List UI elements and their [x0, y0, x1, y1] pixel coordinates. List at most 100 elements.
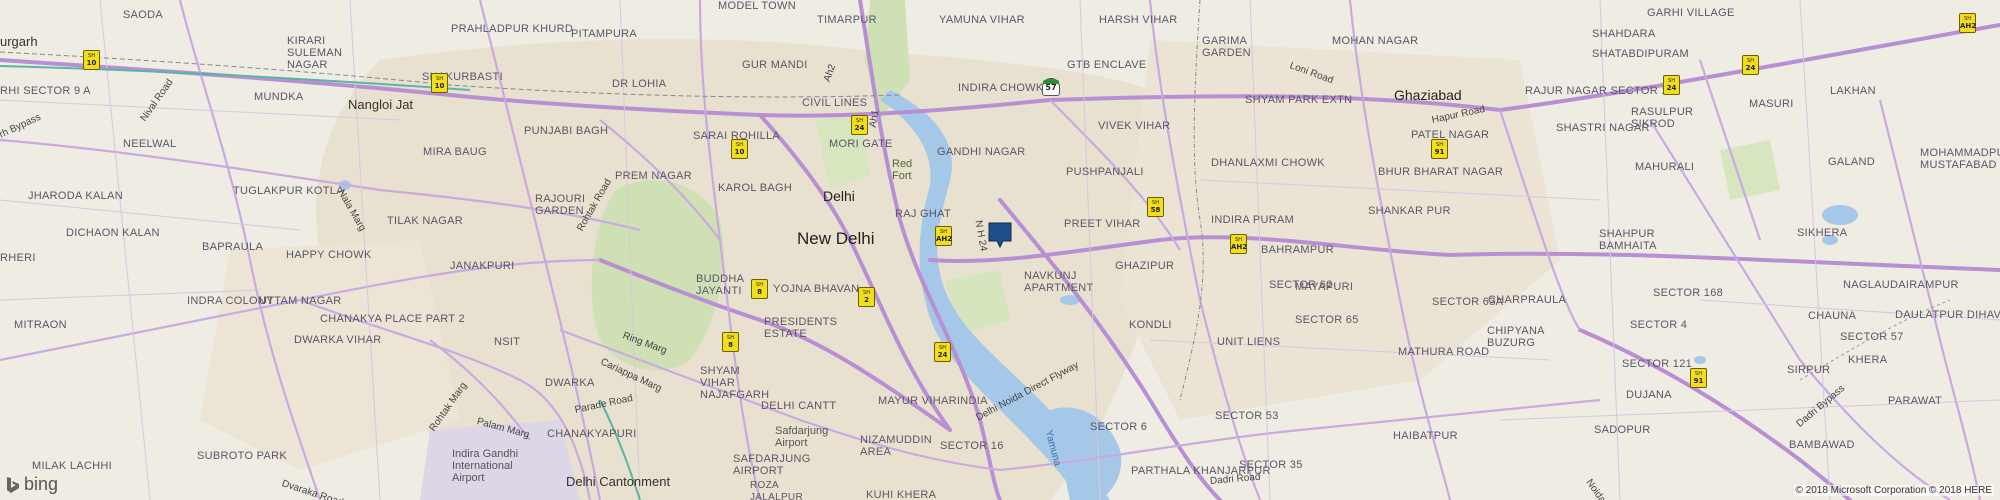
area-label: SECTOR 16 — [940, 440, 1004, 452]
area-label: SECTOR 6 — [1090, 421, 1148, 433]
area-label: TIMARPUR — [817, 14, 877, 26]
area-label: PATEL NAGAR — [1411, 129, 1490, 141]
area-label: UNIT LIENS — [1217, 336, 1281, 348]
area-label: KHERA — [1848, 354, 1888, 366]
area-label: SUBROTO PARK — [197, 450, 287, 462]
area-label: RASULPUR SIKROD — [1631, 106, 1694, 130]
copyright-notice: © 2018 Microsoft Corporation © 2018 HERE — [1793, 485, 1994, 496]
area-label: MATHURA ROAD — [1398, 346, 1490, 358]
area-label: TUGLAKPUR KOTLA — [233, 185, 344, 197]
area-label: MAYAPURI — [1295, 281, 1354, 293]
area-label: MOHAMMADPUR MUSTAFABAD — [1920, 147, 2000, 171]
area-label: YAMUNA VIHAR — [939, 14, 1025, 26]
location-pin-icon[interactable] — [988, 222, 1012, 248]
area-label: BHUR BHARAT NAGAR — [1378, 166, 1504, 178]
area-label: CHARPRAULA — [1488, 294, 1567, 306]
area-label: MOHAN NAGAR — [1332, 35, 1419, 47]
area-label: MODEL TOWN — [718, 0, 796, 12]
highway-shield: SH AH2 — [1230, 234, 1247, 254]
area-label: BUDDHA JAYANTI — [696, 273, 744, 297]
area-label: DAULATPUR DIHAVA — [1895, 309, 2000, 321]
area-label: UTTAM NAGAR — [259, 295, 342, 307]
landmark-label-red-fort: Red Fort — [892, 158, 913, 182]
area-label: PITAMPURA — [571, 28, 638, 40]
area-label: GARIMA GARDEN — [1202, 35, 1251, 59]
area-label: SECTOR 4 — [1630, 319, 1688, 331]
area-label: NAVKUNJ APARTMENT — [1024, 270, 1094, 294]
area-label: ROZA JALALPUR — [750, 480, 803, 500]
area-label: CHAUNA — [1808, 310, 1857, 322]
area-label: NEELWAL — [123, 138, 177, 150]
city-label-ghaziabad: Ghaziabad — [1394, 87, 1462, 103]
area-label: LAKHAN — [1830, 85, 1876, 97]
map-canvas[interactable]: Delhi New Delhi Ghaziabad Nangloi Jat De… — [0, 0, 2000, 500]
area-label: PUNJABI BAGH — [524, 125, 609, 137]
area-label: SAFDARJUNG AIRPORT — [733, 453, 811, 477]
area-label: SECTOR 168 — [1653, 287, 1724, 299]
area-label: MILAK LACHHI — [32, 460, 113, 472]
highway-shield: SH 24 — [1663, 75, 1680, 95]
area-label: DWARKA VIHAR — [294, 334, 382, 346]
area-label: SECTOR 57 — [1840, 331, 1904, 343]
area-label: JHARODA KALAN — [28, 190, 123, 202]
area-label: PARAWAT — [1888, 395, 1943, 407]
area-label: MASURI — [1749, 98, 1794, 110]
area-label: KUHI KHERA — [866, 489, 937, 500]
area-label: BAMBAWAD — [1789, 439, 1855, 451]
area-label: YOJNA BHAVAN — [773, 283, 860, 295]
highway-shield: SH 10 — [731, 139, 748, 159]
area-label: SADOPUR — [1594, 424, 1651, 436]
area-label: PUSHPANJALI — [1066, 166, 1144, 178]
area-label: SHAHPUR BAMHAITA — [1599, 228, 1657, 252]
area-label: CHANAKYAPURI — [547, 428, 637, 440]
area-label: MUNDKA — [254, 91, 304, 103]
area-label: SHYAM VIHAR NAJAFGARH — [700, 365, 770, 401]
area-label: SIRPUR — [1787, 364, 1831, 376]
area-label: GANDHI NAGAR — [937, 146, 1026, 158]
area-label: MORI GATE — [829, 138, 893, 150]
area-label: KIRARI SULEMAN NAGAR — [287, 35, 343, 71]
highway-shield: SH 2 — [858, 287, 875, 307]
highway-shield: SH 10 — [431, 73, 448, 93]
highway-shield: SH 91 — [1690, 368, 1707, 388]
area-label: RAJ GHAT — [895, 208, 951, 220]
area-label: CIVIL LINES — [802, 97, 868, 109]
area-label: SECTOR 65 — [1295, 314, 1359, 326]
area-label: SHAHDARA — [1592, 28, 1656, 40]
area-label: NSIT — [494, 336, 521, 348]
area-label: KAROL BAGH — [718, 182, 793, 194]
area-label: MAYUR VIHARINDIA — [878, 395, 988, 407]
area-label: PRAHLADPUR KHURD — [451, 23, 574, 35]
area-label: SIKHERA — [1797, 227, 1848, 239]
city-label-nangloi-jat: Nangloi Jat — [348, 97, 414, 112]
area-label: GALAND — [1828, 156, 1876, 168]
area-label: SHATABDIPURAM — [1592, 48, 1690, 60]
area-label: CHANAKYA PLACE PART 2 — [320, 313, 465, 325]
city-label-new-delhi: New Delhi — [797, 229, 875, 248]
area-label: HAIBATPUR — [1393, 430, 1458, 442]
highway-shield: SH AH2 — [935, 226, 952, 246]
area-label: HAPPY CHOWK — [286, 249, 372, 261]
area-label: SAODA — [123, 9, 164, 21]
area-label: RAJUR NAGAR SECTOR 13 — [1525, 85, 1675, 97]
area-label: SHYAM PARK EXTN — [1245, 94, 1353, 106]
area-label: MITRAON — [14, 319, 67, 331]
area-label: PREET VIHAR — [1064, 218, 1141, 230]
area-label: PREM NAGAR — [615, 170, 692, 182]
area-label: SHANKAR PUR — [1368, 205, 1451, 217]
area-label: NIZAMUDDIN AREA — [860, 434, 933, 458]
area-label: VIVEK VIHAR — [1098, 120, 1171, 132]
area-label: INDIRA PURAM — [1211, 214, 1295, 226]
highway-shield: SH 8 — [751, 279, 768, 299]
highway-shield: SH 24 — [934, 342, 951, 362]
area-label: JANAKPURI — [450, 260, 515, 272]
area-label: GHAZIPUR — [1115, 260, 1175, 272]
area-label: RHERI — [0, 252, 36, 264]
city-label-burgarh: urgarh — [0, 34, 38, 49]
area-label: MIRA BAUG — [423, 146, 487, 158]
bing-b-icon — [7, 476, 19, 493]
city-label-delhi: Delhi — [823, 188, 855, 204]
area-label: DELHI CANTT — [761, 400, 837, 412]
area-label: GTB ENCLAVE — [1067, 59, 1147, 71]
area-label: SECTOR 121 — [1622, 358, 1693, 370]
